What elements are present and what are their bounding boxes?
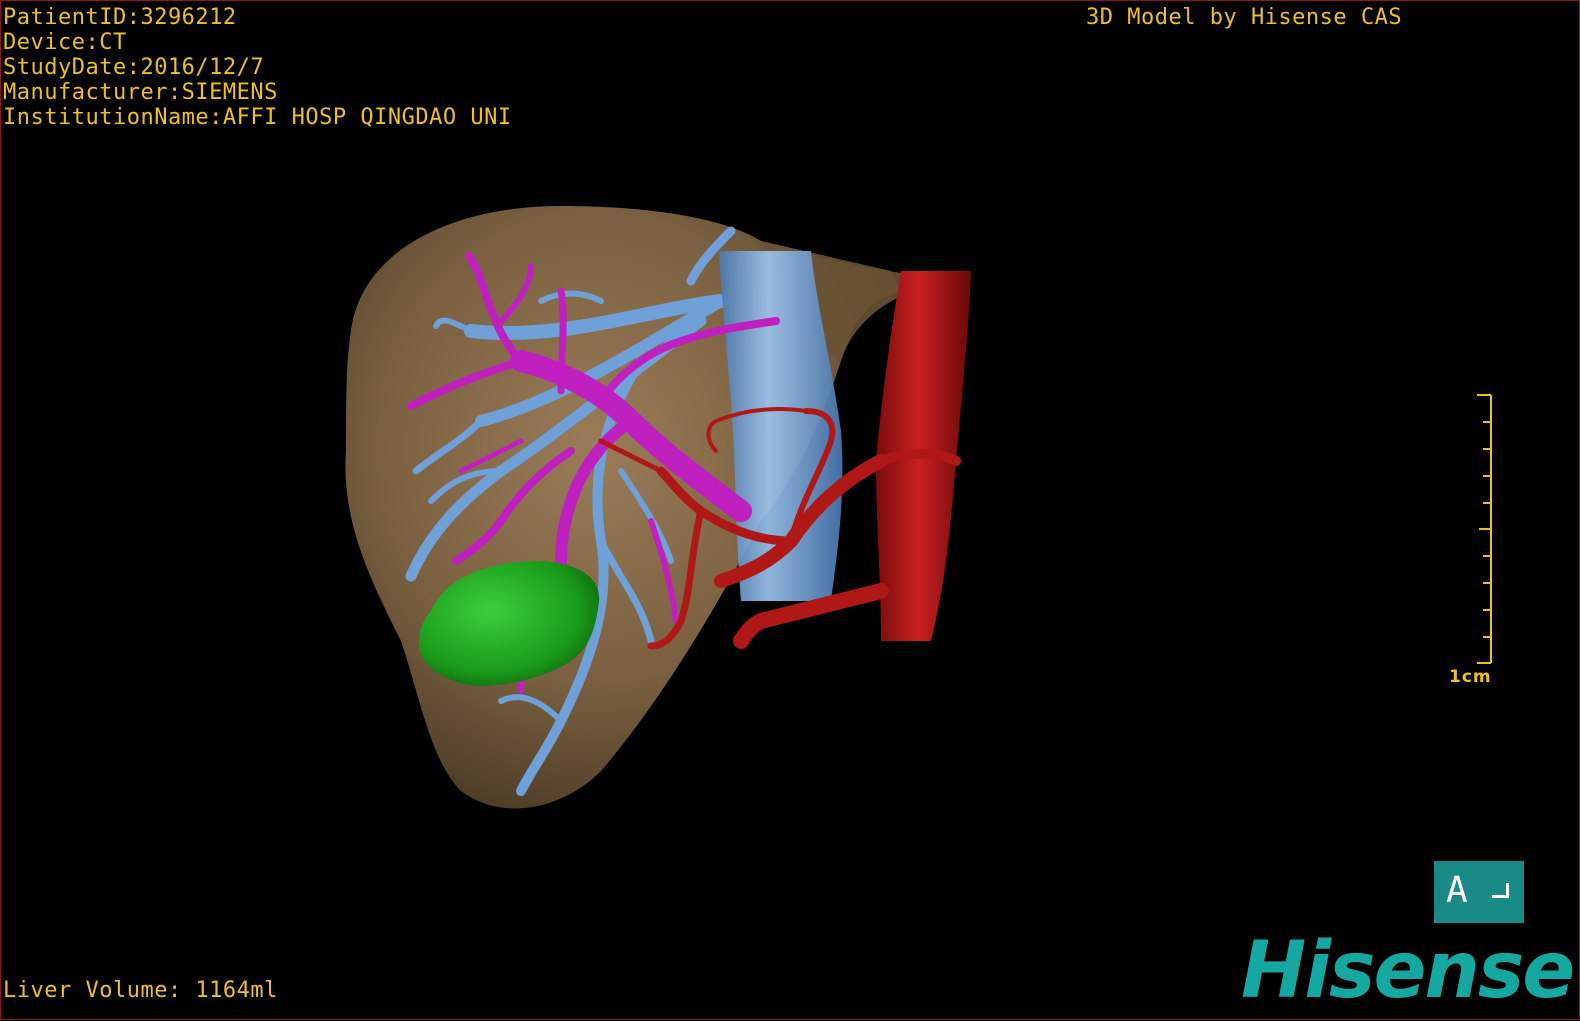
liver-volume: Liver Volume: 1164ml xyxy=(3,978,278,1003)
scale-bar xyxy=(1477,394,1492,664)
orientation-letter: A xyxy=(1446,870,1468,911)
3d-viewport[interactable]: PatientID:3296212 Device:CT StudyDate:2016… xyxy=(0,0,1580,1020)
model-credit: 3D Model by Hisense CAS xyxy=(1086,5,1403,30)
orientation-corner-icon xyxy=(1492,883,1509,898)
hisense-logo: Hisense xyxy=(1241,926,1575,1016)
institution-name: InstitutionName:AFFI HOSP QINGDAO UNI xyxy=(3,105,512,130)
scale-label: 1cm xyxy=(1449,667,1492,687)
study-date: StudyDate:2016/12/7 xyxy=(3,55,265,80)
orientation-button[interactable]: A xyxy=(1434,861,1524,923)
liver-3d-model[interactable] xyxy=(1,1,1580,1021)
dicom-info: PatientID:3296212 Device:CT StudyDate:2016… xyxy=(3,5,512,130)
patient-id: PatientID:3296212 xyxy=(3,5,237,30)
device: Device:CT xyxy=(3,30,127,55)
manufacturer: Manufacturer:SIEMENS xyxy=(3,80,278,105)
